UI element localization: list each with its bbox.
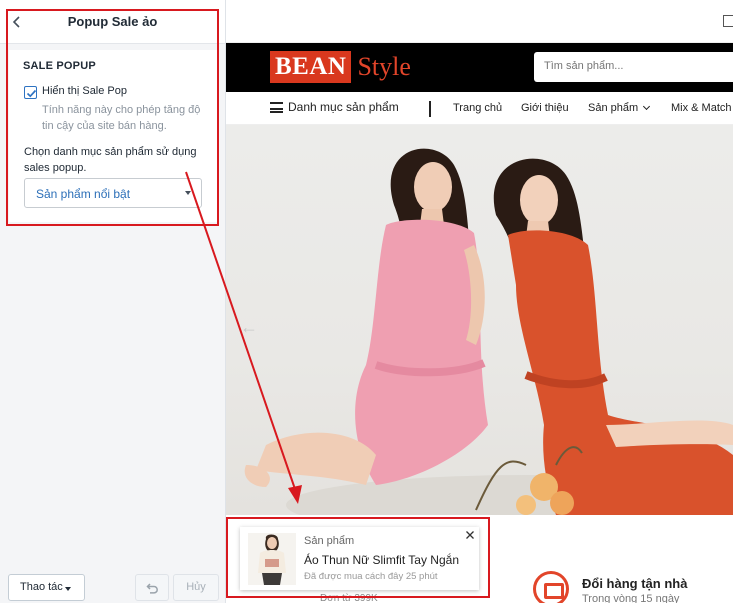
device-preview-icon[interactable] bbox=[723, 15, 733, 27]
cancel-button[interactable]: Hủy bbox=[173, 574, 219, 601]
feature-right-subtitle: Trong vòng 15 ngày bbox=[582, 593, 680, 603]
search-input[interactable] bbox=[544, 60, 724, 72]
nav-item-products[interactable]: Sản phẩm bbox=[588, 102, 651, 114]
hamburger-menu-icon[interactable] bbox=[270, 102, 283, 113]
nav-item-mix-match[interactable]: Mix & Match bbox=[671, 102, 732, 114]
chevron-down-icon bbox=[643, 102, 651, 111]
nav-divider bbox=[429, 101, 431, 117]
theme-preview: BEAN Style Danh mục sản phẩm Trang chủ G… bbox=[226, 0, 733, 603]
section-title: SALE POPUP bbox=[23, 60, 96, 72]
popup-close-button[interactable] bbox=[464, 529, 476, 541]
category-select-value: Sản phẩm nổi bật bbox=[36, 187, 131, 201]
popup-kicker: Sản phẩm bbox=[304, 535, 355, 547]
feature-left-subtitle: Đơn từ 399K bbox=[320, 593, 378, 603]
category-select-label: Chọn danh mục sản phẩm sử dụng sales pop… bbox=[24, 146, 197, 174]
site-nav: Danh mục sản phẩm Trang chủ Giới thiệu S… bbox=[226, 92, 733, 125]
hero-image bbox=[244, 148, 733, 515]
caret-down-icon bbox=[65, 587, 71, 591]
check-icon bbox=[26, 89, 37, 98]
hero-banner[interactable]: ← bbox=[226, 125, 733, 515]
panel-header: Popup Sale ảo bbox=[0, 0, 225, 44]
logo-bean-text: BEAN bbox=[270, 51, 352, 83]
caret-down-icon bbox=[185, 191, 191, 195]
slider-prev-arrow-icon[interactable]: ← bbox=[240, 317, 258, 338]
site-logo[interactable]: BEAN Style bbox=[270, 51, 411, 83]
settings-panel: Popup Sale ảo SALE POPUP Hiển thị Sale P… bbox=[0, 0, 226, 603]
site-header: BEAN Style bbox=[226, 43, 733, 92]
popup-product-title[interactable]: Áo Thun Nữ Slimfit Tay Ngắn bbox=[304, 553, 459, 567]
checkbox-label[interactable]: Hiển thị Sale Pop bbox=[42, 85, 127, 97]
nav-category-menu[interactable]: Danh mục sản phẩm bbox=[288, 100, 399, 114]
feature-right-title: Đổi hàng tận nhà bbox=[582, 576, 688, 591]
site-search bbox=[534, 52, 733, 82]
logo-style-text: Style bbox=[357, 52, 411, 81]
actions-label: Thao tác bbox=[20, 581, 63, 593]
nav-item-about[interactable]: Giới thiệu bbox=[521, 102, 569, 114]
panel-footer: Thao tác Hủy bbox=[0, 566, 225, 603]
sale-popup-section: SALE POPUP Hiển thị Sale Pop Tính năng n… bbox=[9, 50, 217, 222]
close-icon bbox=[466, 531, 474, 539]
category-select[interactable]: Sản phẩm nổi bật bbox=[24, 178, 202, 208]
undo-button[interactable] bbox=[135, 574, 169, 601]
panel-title: Popup Sale ảo bbox=[67, 14, 158, 29]
actions-dropdown-button[interactable]: Thao tác bbox=[8, 574, 85, 601]
nav-item-home[interactable]: Trang chủ bbox=[453, 102, 502, 114]
product-image bbox=[258, 534, 286, 585]
preview-toolbar bbox=[226, 0, 733, 43]
nav-item-products-label: Sản phẩm bbox=[588, 102, 639, 114]
popup-purchase-time: Đã được mua cách đây 25 phút bbox=[304, 571, 438, 582]
undo-icon bbox=[146, 583, 158, 594]
popup-product-thumbnail[interactable] bbox=[248, 533, 296, 585]
checkbox-help-text: Tính năng này cho phép tăng độ tin cậy c… bbox=[42, 104, 201, 132]
show-sale-pop-checkbox[interactable] bbox=[24, 86, 37, 99]
sales-popup[interactable]: Sản phẩm Áo Thun Nữ Slimfit Tay Ngắn Đã … bbox=[240, 527, 479, 590]
exchange-icon bbox=[533, 571, 569, 603]
